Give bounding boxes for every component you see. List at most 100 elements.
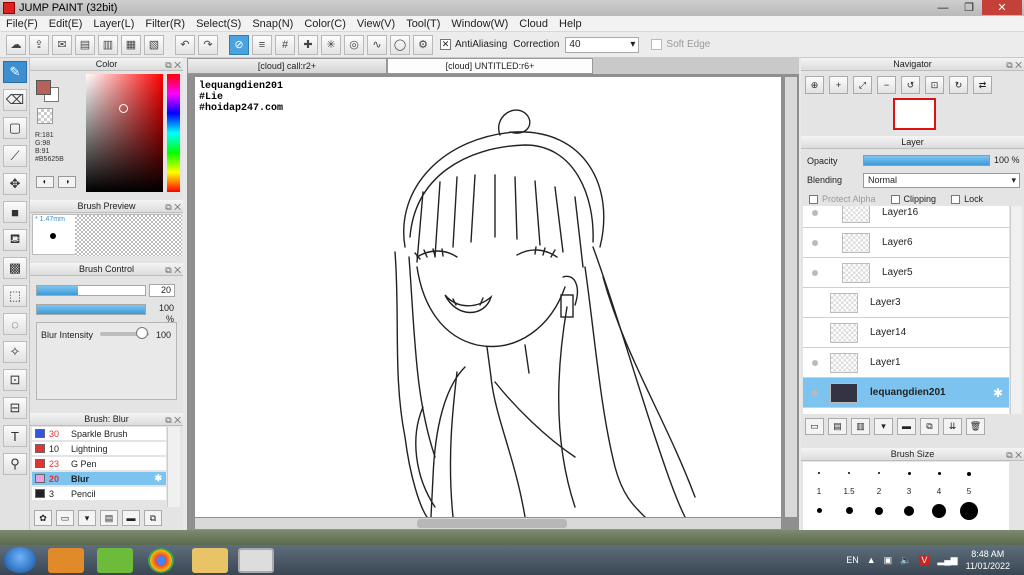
jump-paint-taskbar-icon[interactable] xyxy=(238,548,274,573)
monitor-icon[interactable]: ▤ xyxy=(75,34,95,55)
comment-icon[interactable]: ✉ xyxy=(52,34,72,55)
line-tool-icon[interactable]: ⟋ xyxy=(3,145,27,167)
brush-item-sparkle[interactable]: 30 Sparkle Brush xyxy=(32,427,166,441)
lasso-tool-icon[interactable]: ◌ xyxy=(3,313,27,335)
export-icon[interactable]: ⇪ xyxy=(29,34,49,55)
tab-call[interactable]: [cloud] call:r2+ xyxy=(187,58,387,74)
panel-window-icons[interactable]: ⧉ ✕ xyxy=(1006,59,1022,72)
tray-arrow-icon[interactable]: ▲ xyxy=(867,555,876,565)
duplicate-layer-icon[interactable]: ⧉ xyxy=(920,418,939,435)
primary-color-swatch[interactable] xyxy=(36,80,51,95)
brush-settings-icon[interactable]: ✿ xyxy=(34,510,52,526)
brush-item-blur[interactable]: 20 Blur ✱ xyxy=(32,472,166,486)
taskbar-clock[interactable]: 8:48 AM 11/01/2022 xyxy=(966,548,1010,572)
layer-folder-icon[interactable]: ▬ xyxy=(897,418,916,435)
menu-view[interactable]: View(V) xyxy=(357,18,395,30)
rotate-left-icon[interactable]: ↺ xyxy=(901,76,920,94)
menu-snap[interactable]: Snap(N) xyxy=(252,18,293,30)
brush-size-slider[interactable] xyxy=(36,285,146,296)
zoom-in-icon[interactable]: ⊕ xyxy=(805,76,824,94)
new-layer-icon[interactable]: ▭ xyxy=(805,418,824,435)
select-eraser-tool-icon[interactable]: ⊟ xyxy=(3,397,27,419)
reset-view-icon[interactable]: ⊡ xyxy=(925,76,944,94)
layer-menu-icon[interactable]: ▾ xyxy=(874,418,893,435)
lock-checkbox[interactable] xyxy=(951,194,961,204)
page-icon[interactable]: ▥ xyxy=(98,34,118,55)
menu-edit[interactable]: Edit(E) xyxy=(49,18,83,30)
close-button[interactable]: ✕ xyxy=(982,0,1022,15)
menu-help[interactable]: Help xyxy=(559,18,582,30)
brush-size-input[interactable]: 20 xyxy=(149,284,175,297)
visibility-icon[interactable] xyxy=(812,330,818,336)
color-wheel-icon[interactable]: ◑ xyxy=(58,176,76,188)
soft-edge-checkbox[interactable] xyxy=(651,39,663,50)
menu-layer[interactable]: Layer(L) xyxy=(93,18,134,30)
transparent-color-swatch[interactable] xyxy=(37,108,53,124)
layer-row[interactable]: Layer5 xyxy=(803,258,1009,288)
brush-size-cell[interactable] xyxy=(864,507,894,515)
brush-size-cell[interactable]: 1 xyxy=(804,472,834,496)
new-brush-icon[interactable]: ▭ xyxy=(56,510,74,526)
layer-list-scrollbar[interactable] xyxy=(1010,206,1022,414)
brush-list-scrollbar[interactable] xyxy=(167,427,180,507)
eraser-tool-icon[interactable]: ⌫ xyxy=(3,89,27,111)
canvas-horizontal-scrollbar[interactable] xyxy=(195,518,781,529)
panel-window-icons[interactable]: ⧉ ✕ xyxy=(165,414,181,427)
grid-settings-icon[interactable]: ▧ xyxy=(144,34,164,55)
panel-window-icons[interactable]: ⧉ ✕ xyxy=(165,264,181,277)
menu-filter[interactable]: Filter(R) xyxy=(145,18,185,30)
layer-row[interactable]: Layer1 xyxy=(803,348,1009,378)
ellipse-snap-icon[interactable]: ◯ xyxy=(390,34,410,55)
file-explorer-icon[interactable] xyxy=(192,548,228,573)
brush-item-lightning[interactable]: 10 Lightning xyxy=(32,442,166,456)
zoom-plus-icon[interactable]: + xyxy=(829,76,848,94)
layer-row[interactable]: Layer6 xyxy=(803,228,1009,258)
saturation-value-picker[interactable] xyxy=(86,74,163,192)
eyedropper-tool-icon[interactable]: ⚲ xyxy=(3,453,27,475)
volume-icon[interactable]: 🔈 xyxy=(900,555,911,566)
radial-snap-icon[interactable]: ✳ xyxy=(321,34,341,55)
magic-wand-tool-icon[interactable]: ✧ xyxy=(3,341,27,363)
blur-intensity-thumb[interactable] xyxy=(136,327,148,339)
brush-size-cell[interactable]: 4 xyxy=(924,472,954,496)
undo-icon[interactable]: ↶ xyxy=(175,34,195,55)
brush-opacity-slider[interactable] xyxy=(36,304,146,315)
new-layer-8bit-icon[interactable]: ▤ xyxy=(828,418,847,435)
coccoc-browser-icon[interactable] xyxy=(97,548,133,573)
layer-row[interactable]: Layer3 xyxy=(803,288,1009,318)
visibility-icon[interactable] xyxy=(812,209,818,216)
hue-slider[interactable] xyxy=(167,74,180,192)
panel-window-icons[interactable]: ⧉ ✕ xyxy=(165,201,181,214)
grid-snap-icon[interactable]: # xyxy=(275,34,295,55)
palette-icon[interactable]: ◐ xyxy=(36,176,54,188)
menu-cloud[interactable]: Cloud xyxy=(519,18,548,30)
brush-item-pencil[interactable]: 3 Pencil xyxy=(32,487,166,501)
color-cursor[interactable] xyxy=(119,104,128,113)
layer-opacity-slider[interactable] xyxy=(863,155,990,166)
fill-rect-tool-icon[interactable]: ■ xyxy=(3,201,27,223)
merge-layer-icon[interactable]: ⇊ xyxy=(943,418,962,435)
move-tool-icon[interactable]: ✥ xyxy=(3,173,27,195)
brush-size-cell[interactable] xyxy=(804,508,834,513)
restore-button[interactable]: ❐ xyxy=(956,0,982,15)
menu-color[interactable]: Color(C) xyxy=(304,18,346,30)
visibility-icon[interactable] xyxy=(812,300,818,306)
zoom-out-icon[interactable]: − xyxy=(877,76,896,94)
blending-select[interactable]: Normal ▾ xyxy=(863,173,1020,188)
language-indicator[interactable]: EN xyxy=(846,555,859,565)
circle-snap-icon[interactable]: ◎ xyxy=(344,34,364,55)
delete-layer-icon[interactable]: 🗑 xyxy=(966,418,985,435)
scroll-thumb[interactable] xyxy=(417,519,567,528)
new-layer-1bit-icon[interactable]: ▥ xyxy=(851,418,870,435)
brush-size-cell[interactable]: 5 xyxy=(954,472,984,496)
network-icon[interactable]: ▂▄▆ xyxy=(937,555,957,566)
layer-row[interactable]: Layer14 xyxy=(803,318,1009,348)
brush-size-cell[interactable] xyxy=(954,502,984,520)
visibility-icon[interactable] xyxy=(812,359,818,366)
tab-untitled[interactable]: [cloud] UNTITLED:r6+ xyxy=(387,58,593,74)
navigator-thumbnail[interactable] xyxy=(893,98,936,130)
brush-folder-icon[interactable]: ▬ xyxy=(122,510,140,526)
text-tool-icon[interactable]: T xyxy=(3,425,27,447)
media-player-icon[interactable] xyxy=(48,548,84,573)
brush-item-gpen[interactable]: 23 G Pen xyxy=(32,457,166,471)
